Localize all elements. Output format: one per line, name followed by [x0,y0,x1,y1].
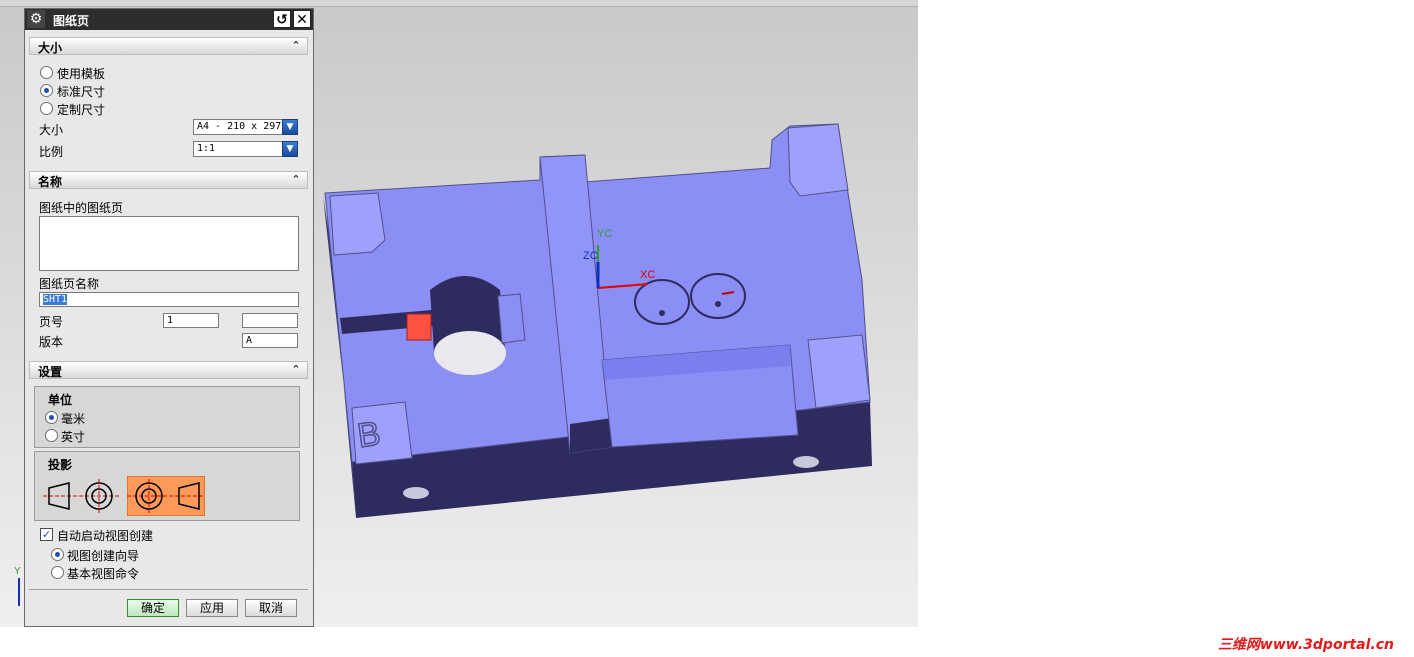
section-size-header[interactable]: 大小 ⌃ [29,37,308,55]
dialog-title: 图纸页 [53,14,90,28]
axis-xc-label: XC [640,269,655,281]
small-axis-y-label: Y [14,566,21,577]
radio-use-template-label: 使用模板 [57,67,106,81]
section-settings-header[interactable]: 设置 ⌃ [29,361,308,379]
corner-pad-tl [329,192,386,256]
radio-use-template[interactable] [40,66,53,79]
radio-mm-label: 毫米 [61,412,86,426]
size-select[interactable]: A4 - 210 x 297 [193,119,283,135]
drawing-sheet-dialog: ⚙ 图纸页 ↺ ✕ 大小 ⌃ 使用模板 标准尺寸 定制尺寸 大小 A4 - 21… [24,8,314,627]
sheets-list[interactable] [39,216,299,271]
section-name-header[interactable]: 名称 ⌃ [29,171,308,189]
hole-left [634,279,690,325]
radio-standard-size-label: 标准尺寸 [57,85,106,99]
sheet-name-label: 图纸页名称 [39,277,100,291]
radio-mm[interactable] [45,411,58,424]
section-name-title: 名称 [38,175,63,189]
page-number-input[interactable]: 1 [163,313,219,328]
ok-button[interactable]: 确定 [127,599,179,617]
radio-view-wizard[interactable] [51,548,64,561]
auto-view-label: 自动启动视图创建 [57,529,154,543]
first-angle-projection-icon[interactable] [43,476,121,516]
projection-title: 投影 [48,458,73,472]
cancel-button[interactable]: 取消 [245,599,297,617]
radio-standard-size[interactable] [40,84,53,97]
units-group: 单位 毫米 英寸 [34,386,300,448]
close-icon[interactable]: ✕ [293,10,311,28]
auto-view-checkbox[interactable]: ✓ [40,528,53,541]
divider [29,589,308,590]
scale-label: 比例 [39,145,64,159]
radio-view-wizard-label: 视图创建向导 [67,549,140,563]
apply-button[interactable]: 应用 [186,599,238,617]
page-number-label: 页号 [39,315,64,329]
third-angle-projection-icon[interactable] [127,476,205,516]
section-settings-title: 设置 [38,365,63,379]
section-size-title: 大小 [38,41,63,55]
page-number-input-2[interactable] [242,313,298,328]
scale-select[interactable]: 1:1 [193,141,283,157]
pocket-floor [434,331,506,375]
graphics-viewport[interactable]: B YC XC ZC Y ⚙ 图纸页 ↺ ✕ 大小 ⌃ 使用模板 标准尺寸 定制… [0,0,918,627]
collapse-icon[interactable]: ⌃ [288,38,304,54]
watermark: 三维网www.3dportal.cn [1217,637,1394,653]
radio-custom-size[interactable] [40,102,53,115]
dialog-titlebar: ⚙ 图纸页 ↺ ✕ [25,9,313,30]
hole-right [690,273,746,319]
axis-yc-label: YC [597,228,612,240]
size-dropdown-icon[interactable]: ▼ [282,119,298,135]
size-label: 大小 [39,123,64,137]
sheet-name-input[interactable]: SHT1 [39,292,299,307]
scale-dropdown-icon[interactable]: ▼ [282,141,298,157]
revision-label: 版本 [39,335,64,349]
slot-block [497,293,526,344]
sheet-name-value: SHT1 [43,294,68,305]
radio-base-view-label: 基本视图命令 [67,567,140,581]
reset-icon[interactable]: ↺ [273,10,291,28]
corner-pad-tr [787,123,849,197]
units-title: 单位 [48,393,73,407]
revision-input[interactable]: A [242,333,298,348]
gear-icon[interactable]: ⚙ [27,10,45,28]
collapse-icon[interactable]: ⌃ [288,362,304,378]
radio-custom-size-label: 定制尺寸 [57,103,106,117]
radio-inch[interactable] [45,429,58,442]
bolt-hole-1 [403,487,429,499]
sheets-list-label: 图纸中的图纸页 [39,201,124,215]
corner-pad-br [807,334,871,409]
bolt-hole-2 [793,456,819,468]
red-feature [406,313,432,341]
axis-zc-label: ZC [583,250,598,262]
collapse-icon[interactable]: ⌃ [288,172,304,188]
projection-group: 投影 [34,451,300,521]
radio-inch-label: 英寸 [61,430,86,444]
radio-base-view[interactable] [51,566,64,579]
part-rib-side [570,418,612,453]
